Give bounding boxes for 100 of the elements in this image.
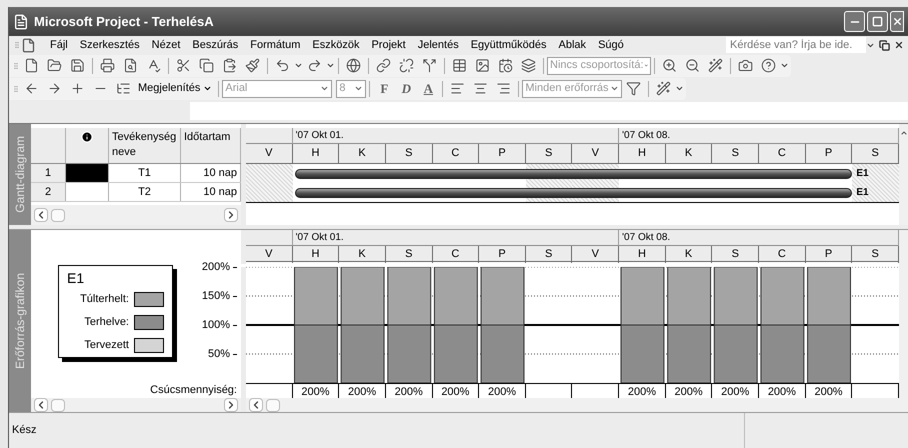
window-title: Microsoft Project - TerhelésA [34, 12, 214, 31]
indicator-cell[interactable] [66, 164, 109, 182]
day-header: C [759, 246, 806, 262]
open-folder-icon[interactable] [47, 58, 62, 73]
menu-item[interactable]: Fájl [44, 36, 74, 54]
scroll-right-icon[interactable] [224, 398, 238, 412]
redo-icon[interactable] [307, 58, 322, 73]
text-style-button[interactable]: F [373, 78, 396, 98]
maximize-icon [872, 16, 883, 27]
restore-icon[interactable] [879, 40, 890, 50]
scroll-right-icon[interactable] [224, 208, 238, 222]
day-header: H [619, 246, 666, 262]
horizontal-scrollbar[interactable] [246, 398, 899, 412]
table-cell[interactable]: T1 [109, 164, 181, 182]
table-cell[interactable]: T2 [109, 183, 181, 201]
day-header: P [479, 246, 526, 262]
help-icon[interactable] [761, 58, 776, 73]
toolbar-overflow-icon[interactable] [675, 84, 684, 93]
align-right-icon[interactable] [496, 81, 512, 96]
new-file-icon[interactable] [24, 58, 39, 73]
row-number[interactable]: 2 [31, 183, 66, 201]
print-preview-icon[interactable] [123, 58, 138, 73]
maximize-button[interactable] [867, 11, 888, 32]
save-icon[interactable] [70, 58, 85, 73]
globe-icon[interactable] [346, 58, 361, 73]
undo-icon[interactable] [275, 58, 290, 73]
zoom-out-icon[interactable] [685, 58, 700, 73]
cut-icon[interactable] [176, 58, 191, 73]
zoom-in-icon[interactable] [662, 58, 677, 73]
align-center-icon[interactable] [473, 81, 488, 96]
day-header: S [526, 246, 572, 262]
filter-icon[interactable] [626, 81, 642, 96]
calendar-icon[interactable] [498, 58, 513, 73]
scroll-up-icon[interactable] [900, 129, 908, 137]
horizontal-scrollbar[interactable] [31, 398, 241, 412]
show-menu-button[interactable]: Megjelenítés [135, 80, 216, 97]
plus-icon[interactable] [70, 81, 85, 96]
close-icon[interactable] [894, 40, 904, 50]
menu-item[interactable]: Súgó [592, 36, 630, 54]
arrow-right-icon[interactable] [47, 81, 62, 96]
close-button[interactable] [890, 11, 904, 32]
camera-icon[interactable] [738, 58, 753, 73]
menu-item[interactable]: Formátum [244, 36, 306, 54]
task-bar[interactable] [294, 168, 852, 178]
day-header: S [526, 144, 572, 163]
menu-item[interactable]: Projekt [365, 36, 412, 54]
menu-item[interactable]: Együttműködés [464, 36, 553, 54]
copy-icon[interactable] [199, 58, 214, 73]
document-icon[interactable] [21, 38, 36, 52]
day-header: V [246, 246, 293, 262]
toolbar-overflow-icon[interactable] [780, 61, 789, 70]
paste-icon[interactable] [222, 58, 237, 73]
scroll-left-icon[interactable] [34, 208, 48, 222]
menu-item[interactable]: Jelentés [412, 36, 465, 54]
menu-item[interactable]: Beszúrás [186, 36, 244, 54]
scroll-thumb[interactable] [51, 398, 65, 412]
menu-item[interactable]: Szerkesztés [74, 36, 146, 54]
image-icon[interactable] [475, 58, 490, 73]
row-number[interactable]: 1 [31, 164, 66, 182]
caret-icon [320, 84, 330, 93]
layers-icon[interactable] [521, 58, 536, 73]
day-header: K [666, 246, 712, 262]
day-header: K [339, 246, 386, 262]
task-bar[interactable] [294, 188, 852, 198]
wand-icon[interactable] [708, 58, 723, 73]
day-header: V [572, 144, 620, 163]
vertical-scrollbar[interactable] [899, 230, 908, 412]
load-bar [667, 267, 712, 326]
wand-icon[interactable] [656, 81, 672, 96]
week-label: '07 Okt 01. [296, 232, 344, 243]
undo-caret-icon[interactable] [294, 61, 303, 70]
redo-caret-icon[interactable] [326, 61, 335, 70]
column-header[interactable]: Tevékenység neve [109, 128, 181, 163]
text-style-button[interactable]: A [417, 78, 440, 98]
link-icon[interactable] [376, 58, 391, 73]
scroll-thumb[interactable] [266, 398, 280, 412]
align-left-icon[interactable] [450, 81, 466, 96]
scroll-thumb[interactable] [51, 208, 65, 222]
scroll-left-icon[interactable] [249, 398, 263, 412]
format-painter-icon[interactable] [245, 58, 260, 73]
scroll-left-icon[interactable] [34, 398, 48, 412]
unlink-icon[interactable] [399, 58, 414, 73]
printer-icon[interactable] [100, 58, 115, 73]
load-bar [340, 267, 385, 326]
minimize-button[interactable] [844, 11, 865, 32]
menu-item[interactable]: Eszközök [306, 36, 366, 54]
table-icon[interactable] [452, 58, 467, 73]
day-header: V [572, 246, 620, 262]
horizontal-scrollbar[interactable] [31, 205, 241, 225]
split-icon[interactable] [422, 58, 437, 73]
y-axis-label: 200% [202, 260, 230, 274]
peak-value: 200% [348, 385, 376, 400]
text-style-button[interactable]: D [395, 78, 418, 98]
menu-item[interactable]: Ablak [552, 36, 592, 54]
load-bar [434, 324, 478, 383]
resource-label: E1 [856, 167, 869, 181]
vertical-scrollbar[interactable] [899, 124, 908, 225]
subtasks-icon[interactable] [116, 81, 131, 96]
menu-item[interactable]: Nézet [146, 36, 186, 54]
load-bar [480, 267, 524, 326]
